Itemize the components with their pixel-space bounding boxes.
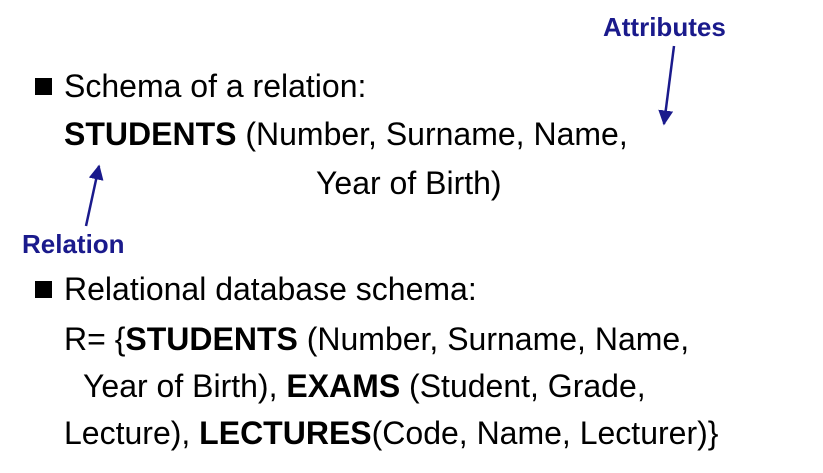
relation-name: STUDENTS — [64, 116, 237, 152]
lectures-attributes: (Code, Name, Lecturer)} — [371, 415, 719, 451]
relation-arrow — [84, 164, 104, 227]
relational-db-schema-heading: Relational database schema: — [64, 271, 477, 307]
exams-attributes-cont: Lecture), — [64, 415, 200, 451]
lectures-relation: LECTURES — [199, 415, 372, 451]
exams-relation: EXAMS — [286, 368, 401, 404]
students-attributes-cont: Year of Birth), — [83, 368, 287, 404]
bullet-square-icon — [35, 281, 52, 298]
attributes-arrow — [658, 45, 676, 126]
bullet-square-icon — [35, 78, 52, 95]
db-schema-prefix: R= { — [64, 321, 126, 357]
students-relation: STUDENTS — [125, 321, 298, 357]
schema-of-relation-heading: Schema of a relation: — [64, 68, 367, 104]
db-schema-line3: Lecture), LECTURES(Code, Name, Lecturer)… — [64, 417, 718, 449]
relation-schema-line1: STUDENTS (Number, Surname, Name, — [64, 118, 628, 150]
relation-attributes-line1: (Number, Surname, Name, — [236, 116, 628, 152]
db-schema-line2: Year of Birth), EXAMS (Student, Grade, — [83, 370, 646, 402]
students-attributes: (Number, Surname, Name, — [297, 321, 690, 357]
exams-attributes: (Student, Grade, — [400, 368, 646, 404]
relation-schema-line2: Year of Birth) — [316, 165, 502, 201]
db-schema-line1: R= {STUDENTS (Number, Surname, Name, — [64, 323, 689, 355]
